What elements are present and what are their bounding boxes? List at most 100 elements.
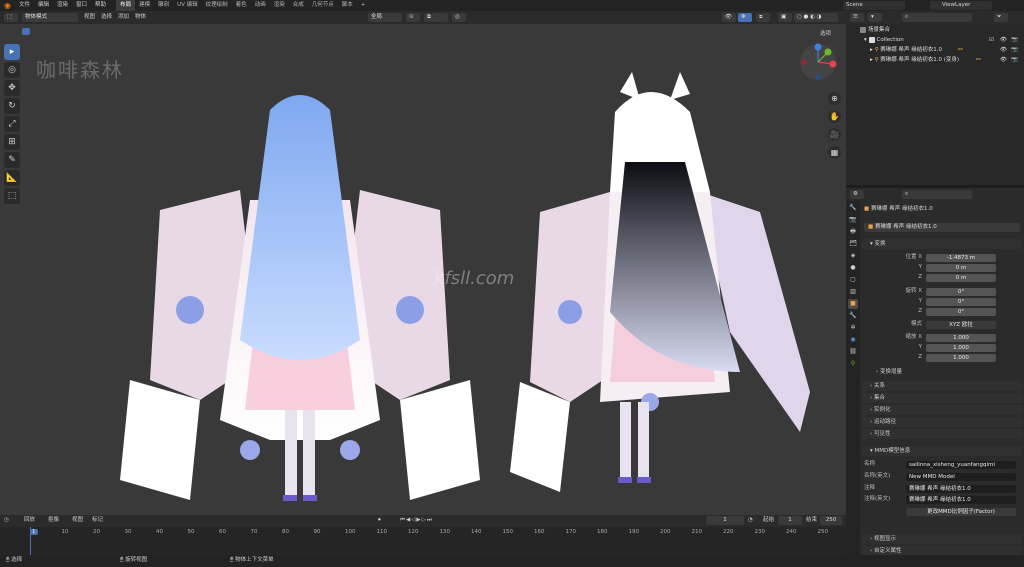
collections-panel-header[interactable]: › 集合 (862, 393, 1022, 403)
menu-window[interactable]: 窗口 (72, 0, 91, 11)
rotation-x-field[interactable]: 0° (926, 288, 996, 296)
render-tab-icon[interactable]: 📷 (848, 215, 858, 225)
menu-add[interactable]: 添加 (118, 13, 129, 22)
playback-controls[interactable]: ⏮◀◁▶▷⏭ (400, 516, 433, 525)
move-icon[interactable]: ✥ (4, 80, 20, 96)
menu-help[interactable]: 帮助 (91, 0, 110, 11)
filter-icon[interactable]: ⏷ (994, 13, 1008, 22)
collection-checkbox-icon[interactable]: ☑ (989, 36, 994, 45)
mmd-scale-factor-button[interactable]: 更改MMD比例因子(Factor) (906, 508, 1016, 516)
relations-panel-header[interactable]: › 关系 (862, 381, 1022, 391)
menu-view[interactable]: 视图 (84, 13, 95, 22)
workspace-tab-modeling[interactable]: 建模 (135, 0, 154, 11)
workspace-tab-rendering[interactable]: 渲染 (270, 0, 289, 11)
start-frame-field[interactable]: 1 (778, 516, 802, 525)
menu-keying[interactable]: 抠像 (48, 516, 59, 525)
record-icon[interactable]: ⏺ (378, 516, 381, 525)
select-extend-icon[interactable] (31, 28, 39, 35)
proportional-edit-icon[interactable]: ◎ (452, 13, 466, 22)
current-frame-field[interactable]: 1 (706, 516, 744, 525)
viewport-display-panel-header[interactable]: › 视图显示 (862, 534, 1022, 544)
mode-selector[interactable]: 物体模式 (22, 13, 78, 22)
modifier-tab-icon[interactable]: 🔧 (848, 311, 858, 321)
menu-playback[interactable]: 回放 (24, 516, 35, 525)
zoom-icon[interactable]: ⊕ (828, 92, 841, 105)
item-camera-icon[interactable]: 📷 (1011, 46, 1018, 55)
menu-select[interactable]: 选择 (101, 13, 112, 22)
outliner-search-icon[interactable]: ⌕ (902, 13, 972, 22)
particles-tab-icon[interactable]: ✲ (848, 323, 858, 333)
properties-search-icon[interactable]: ⌕ (902, 190, 972, 199)
transform-icon[interactable]: ⊞ (4, 134, 20, 150)
workspace-tab-shading[interactable]: 着色 (232, 0, 251, 11)
output-tab-icon[interactable]: 🖶 (848, 227, 858, 237)
mmd-comment-field[interactable]: 赛琳娜 希声 缘结初衣1.0 (906, 485, 1016, 493)
scene-collection-row[interactable]: 场景集合 (846, 26, 1024, 35)
pivot-icon[interactable]: ⊙ (406, 13, 420, 22)
rotation-z-field[interactable]: 0° (926, 308, 996, 316)
shading-modes[interactable]: ○ ● ◐ ◑ (794, 13, 838, 22)
collection-tab-icon[interactable]: ▢ (848, 275, 858, 285)
scale-y-field[interactable]: 1.000 (926, 344, 996, 352)
visibility-panel-header[interactable]: › 可见性 (862, 429, 1022, 439)
orientation-selector[interactable]: 全局 (368, 13, 402, 22)
workspace-tab-scripting[interactable]: 脚本 (338, 0, 357, 11)
timeline-editor-icon[interactable]: ◷ (4, 516, 9, 525)
custom-properties-panel-header[interactable]: › 自定义属性 (862, 546, 1022, 555)
add-workspace-icon[interactable]: + (357, 0, 370, 11)
camera-view-icon[interactable]: 🎥 (828, 128, 841, 141)
object-name-field[interactable]: ■ 赛琳娜 希声 缘结初衣1.0 (864, 223, 1020, 232)
scale-z-field[interactable]: 1.000 (926, 354, 996, 362)
playhead[interactable] (30, 527, 31, 555)
outliner-item-model-transformed[interactable]: ▸ ⚲ 赛琳娜 希声 缘结初衣1.0 (变身) ⚯ 👁 📷 (846, 56, 1024, 65)
tool-tab-icon[interactable]: 🔧 (848, 203, 858, 213)
mmd-en-field[interactable]: New MMD Model (906, 473, 1016, 481)
collection-eye-icon[interactable]: 👁 (1000, 36, 1007, 45)
transform-panel-header[interactable]: ▾ 变换 (862, 239, 1022, 249)
character-model-transformed[interactable] (500, 72, 830, 512)
scene-tab-icon[interactable]: ◈ (848, 251, 858, 261)
scene-selector[interactable]: Scene (843, 1, 905, 10)
view-layer-selector[interactable]: ViewLayer (930, 1, 992, 10)
pan-hand-icon[interactable]: ✋ (828, 110, 841, 123)
object-tab-icon[interactable]: ■ (848, 299, 858, 309)
instancing-panel-header[interactable]: › 实例化 (862, 405, 1022, 415)
workspace-tab-sculpting[interactable]: 雕刻 (154, 0, 173, 11)
annotate-icon[interactable]: ✎ (4, 152, 20, 168)
mmd-name-field[interactable]: sailinna_xisheng_yuanfangqimi (906, 461, 1016, 469)
options-label[interactable]: 选项 (820, 29, 831, 37)
overlay-icon[interactable]: ⧈ (756, 13, 770, 22)
delta-transform-row[interactable]: › 变换增量 (860, 368, 1024, 377)
physics-tab-icon[interactable]: ◉ (848, 335, 858, 345)
collection-camera-icon[interactable]: 📷 (1011, 36, 1018, 45)
location-y-field[interactable]: 0 m (926, 264, 996, 272)
perspective-grid-icon[interactable]: ▦ (828, 146, 841, 159)
view-layer-tab-icon[interactable]: 🗂 (848, 239, 858, 249)
blender-logo-icon[interactable]: ◉ (0, 0, 15, 11)
world-tab-icon[interactable]: ● (848, 263, 858, 273)
preview-range-icon[interactable]: ◔ (748, 516, 753, 525)
3d-viewport[interactable]: 咖啡森林 选项 kfsll.com ⊕ ✋ 🎥 ▦ (0, 24, 846, 515)
location-x-field[interactable]: -1.4873 m (926, 254, 996, 262)
workspace-tab-texture-paint[interactable]: 纹理绘制 (202, 0, 232, 11)
motion-paths-panel-header[interactable]: › 运动路径 (862, 417, 1022, 427)
texture-tab-icon[interactable]: ▥ (848, 287, 858, 297)
outliner-editor-icon[interactable]: ☰ (850, 13, 864, 22)
outliner-item-model[interactable]: ▸ ⚲ 赛琳娜 希声 缘结初衣1.0 ⚯ 👁 📷 (846, 46, 1024, 55)
add-cube-icon[interactable]: ⬚ (4, 188, 20, 204)
workspace-tab-uv-editing[interactable]: UV 编辑 (173, 0, 202, 11)
menu-timeline-view[interactable]: 视图 (72, 516, 83, 525)
item-eye-icon[interactable]: 👁 (1000, 46, 1007, 55)
item-camera-icon[interactable]: 📷 (1011, 56, 1018, 65)
scale-x-field[interactable]: 1.000 (926, 334, 996, 342)
cursor-icon[interactable]: ◎ (4, 62, 20, 78)
timeline-area[interactable]: 1 10 20 30 40 50 60 70 80 90 100 110 120 130 140 150 160… (0, 527, 846, 555)
select-invert-icon[interactable] (49, 28, 57, 35)
workspace-tab-layout[interactable]: 布局 (116, 0, 136, 11)
rotation-mode-select[interactable]: XYZ 欧拉 (926, 321, 996, 329)
select-box-icon[interactable]: ▸ (4, 44, 20, 60)
display-mode-icon[interactable]: ▾ (868, 13, 882, 22)
item-eye-icon[interactable]: 👁 (1000, 56, 1007, 65)
rotate-icon[interactable]: ↻ (4, 98, 20, 114)
collection-row[interactable]: ▾ Collection ☑ 👁 📷 (846, 36, 1024, 45)
